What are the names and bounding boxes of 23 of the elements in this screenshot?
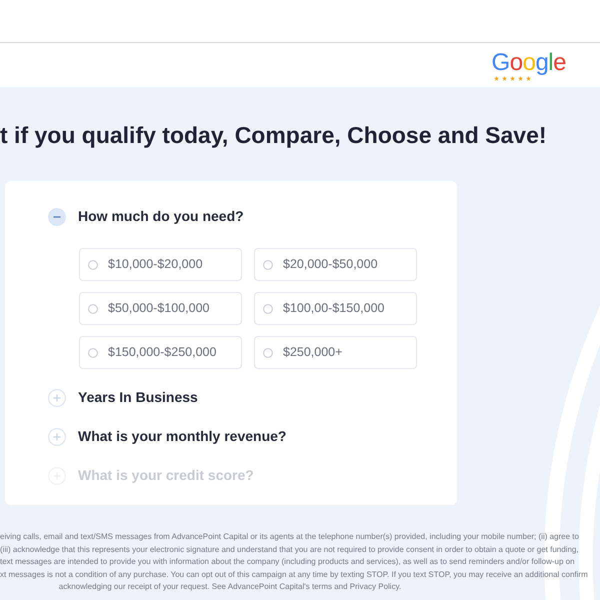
star-icon [518,76,523,81]
radio-button[interactable] [88,304,98,314]
disclaimer-text: eiving calls, email and text/SMS messages from AdvancePoint Capital or its agents at the telephone number(s) provided, including your mobile number; (ii) agree to (iii) acknowledge that this represents your electronic signature and understand that you are not required to provide consent in order to obtain a quote or get funding, text messages are intended to provide you with information about the company (including products and services), as well as to send reminders and/or follow-up on xt messages is not a condition of any purchase. You can opt out of this campaign at any time by texting STOP. If you text STOP, you may receive an additional confirm acknowledging our receipt of your request. See AdvancePoint Capital's terms and Privacy Policy. [0,531,589,593]
radio-button[interactable] [263,304,273,314]
radio-button[interactable] [263,260,273,270]
radio-button[interactable] [88,348,98,358]
star-icon [510,76,515,81]
option-button[interactable]: $10,000-$20,000 [79,248,242,281]
logo-text: Google [492,50,566,76]
option-button[interactable]: $20,000-$50,000 [254,248,417,281]
option-button[interactable]: $250,000+ [254,336,417,369]
star-icon [526,76,531,81]
option-button[interactable]: $100,00-$150,000 [254,292,417,325]
question-toggle[interactable]: Years In Business [48,387,198,408]
option-button[interactable]: $50,000-$100,000 [79,292,242,325]
question-toggle[interactable]: How much do you need? [48,206,244,227]
option-button[interactable]: $150,000-$250,000 [79,336,242,369]
radio-button[interactable] [263,348,273,358]
page-headline: t if you qualify today, Compare, Choose and Save! [0,121,548,149]
star-icon [494,76,499,81]
radio-button[interactable] [88,260,98,270]
star-icon [502,76,507,81]
question-toggle[interactable]: What is your monthly revenue? [48,426,286,447]
